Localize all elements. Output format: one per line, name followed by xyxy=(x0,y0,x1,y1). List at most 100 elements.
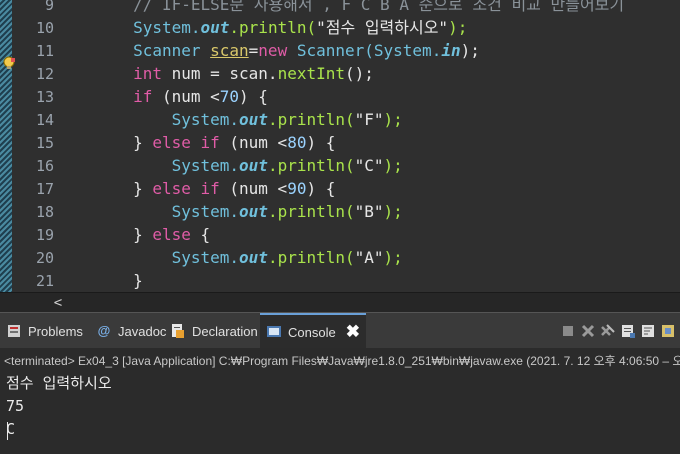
text-caret xyxy=(7,422,8,440)
problems-icon xyxy=(8,325,20,337)
scroll-lock-icon[interactable] xyxy=(620,323,636,339)
console-view[interactable]: <terminated> Ex04_3 [Java Application] C… xyxy=(0,348,680,454)
code-line[interactable]: System.out.println("점수 입력하시오"); xyxy=(56,17,467,39)
warning-lightbulb-icon[interactable] xyxy=(2,56,16,70)
view-tab-bar: Problems @ Javadoc Declaration Console ✖ xyxy=(0,312,680,349)
code-token: (num < xyxy=(229,179,288,198)
pin-console-icon[interactable] xyxy=(660,323,676,339)
code-token: .println( xyxy=(267,110,355,129)
code-token: nextInt xyxy=(277,64,345,83)
code-token: out xyxy=(239,202,268,221)
line-number: 17 xyxy=(35,180,54,198)
code-token: else if xyxy=(152,133,230,152)
code-token: ); xyxy=(383,110,403,129)
code-token: ) { xyxy=(306,133,336,152)
console-status-line: <terminated> Ex04_3 [Java Application] C… xyxy=(4,354,680,368)
code-editor[interactable]: 9 10 11 12 13 14 15 16 17 18 19 20 21 // IF-ELSE문 사용… xyxy=(0,0,680,292)
code-token: { xyxy=(200,225,211,244)
code-token: ); xyxy=(383,156,403,175)
line-number: 14 xyxy=(35,111,54,129)
code-token: .println( xyxy=(229,18,317,37)
tab-javadoc[interactable]: @ Javadoc xyxy=(96,313,167,349)
code-token: "F" xyxy=(354,110,384,129)
code-line[interactable]: System.out.println("B"); xyxy=(56,201,403,223)
line-number: 16 xyxy=(35,157,54,175)
code-token: (num < xyxy=(161,87,220,106)
code-token: Scanner(System. xyxy=(296,41,442,60)
javadoc-icon: @ xyxy=(97,323,111,338)
line-number: 9 xyxy=(44,0,54,14)
code-token: (num < xyxy=(229,133,288,152)
tab-console[interactable]: Console ✖ xyxy=(260,313,366,349)
console-toolbar xyxy=(560,313,680,349)
editor-horizontal-scrollbar[interactable]: < xyxy=(0,292,680,313)
code-token: ) { xyxy=(306,179,336,198)
code-token: if xyxy=(56,87,162,106)
code-line[interactable]: System.out.println("C"); xyxy=(56,155,403,177)
line-number: 12 xyxy=(35,65,54,83)
code-token: ); xyxy=(383,248,403,267)
code-token: ); xyxy=(383,202,403,221)
code-token: 90 xyxy=(287,179,307,198)
line-number: 18 xyxy=(35,203,54,221)
code-line[interactable]: } else { xyxy=(56,224,210,246)
code-line[interactable]: System.out.println("A"); xyxy=(56,247,403,269)
code-token: ) { xyxy=(239,87,268,106)
code-area[interactable]: // IF-ELSE문 사용해서 , F C B A 순으로 조건 비교 만들어… xyxy=(56,0,680,292)
code-line[interactable]: } else if (num <80) { xyxy=(56,132,335,154)
editor-gutter-marker-strip xyxy=(0,0,12,292)
code-token: .println( xyxy=(267,248,355,267)
remove-launch-icon[interactable] xyxy=(580,323,596,339)
tab-problems[interactable]: Problems xyxy=(6,313,83,349)
word-wrap-icon[interactable] xyxy=(640,323,656,339)
code-token: (); xyxy=(345,64,374,83)
code-token: .println( xyxy=(267,156,355,175)
code-token: scan xyxy=(210,41,249,60)
code-token: 80 xyxy=(287,133,307,152)
code-line[interactable]: } xyxy=(56,270,143,292)
code-token: num = scan. xyxy=(171,64,278,83)
code-token: new xyxy=(258,41,297,60)
code-line[interactable]: // IF-ELSE문 사용해서 , F C B A 순으로 조건 비교 만들어… xyxy=(56,0,624,16)
code-token: } xyxy=(56,179,153,198)
tab-declaration-label: Declaration xyxy=(192,323,258,339)
code-token: 70 xyxy=(219,87,240,106)
scroll-left-arrow-icon[interactable]: < xyxy=(50,295,66,311)
code-token: // IF-ELSE문 사용해서 , F C B A 순으로 조건 비교 만들어… xyxy=(56,0,625,14)
code-token: in xyxy=(441,41,461,60)
close-icon[interactable]: ✖ xyxy=(346,322,360,342)
code-line[interactable]: if (num <70) { xyxy=(56,86,268,108)
line-number: 20 xyxy=(35,249,54,267)
code-token: System. xyxy=(56,202,240,221)
code-token: out xyxy=(200,18,230,37)
code-token: ); xyxy=(448,18,468,37)
code-token: "A" xyxy=(354,248,384,267)
code-token: else xyxy=(152,225,201,244)
code-token: = xyxy=(248,41,259,60)
tab-javadoc-label: Javadoc xyxy=(118,323,167,339)
line-number: 11 xyxy=(35,42,54,60)
code-token: } xyxy=(56,271,143,290)
tab-console-label: Console xyxy=(288,324,336,340)
line-number: 21 xyxy=(35,272,54,290)
remove-all-launches-icon[interactable] xyxy=(600,323,616,339)
code-token: .println( xyxy=(267,202,355,221)
code-token: "점수 입력하시오" xyxy=(316,18,449,37)
tab-declaration[interactable]: Declaration xyxy=(170,313,258,349)
code-token: out xyxy=(239,110,268,129)
code-token: ); xyxy=(460,41,490,60)
console-icon xyxy=(267,326,281,337)
code-line[interactable]: } else if (num <90) { xyxy=(56,178,335,200)
declaration-icon xyxy=(172,324,184,338)
code-token: "B" xyxy=(354,202,384,221)
line-number: 13 xyxy=(35,88,54,106)
code-line[interactable]: Scanner scan=new Scanner(System.in); xyxy=(56,40,490,62)
code-line[interactable]: System.out.println("F"); xyxy=(56,109,403,131)
code-token: System. xyxy=(56,110,240,129)
code-token: else if xyxy=(152,179,230,198)
code-line[interactable]: int num = scan.nextInt(); xyxy=(56,63,374,85)
code-token: "C" xyxy=(354,156,384,175)
line-number: 19 xyxy=(35,226,54,244)
code-token: out xyxy=(239,156,268,175)
terminate-icon[interactable] xyxy=(560,323,576,339)
